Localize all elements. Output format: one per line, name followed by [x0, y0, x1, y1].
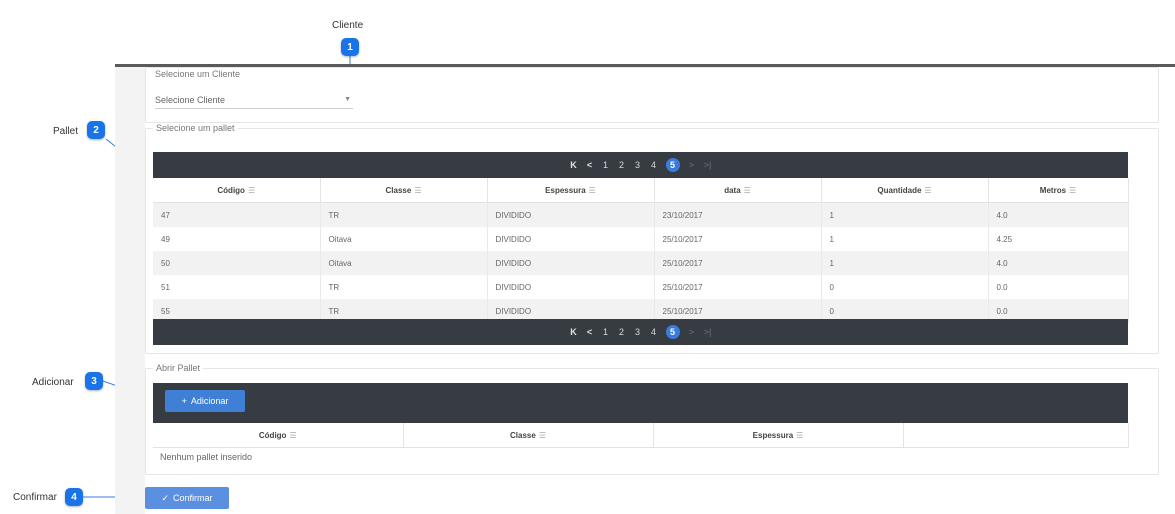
table-header-row: Código ☰ Classe ☰ Espessura ☰ data ☰ Quantid…: [153, 178, 1129, 203]
page-2[interactable]: 2: [618, 327, 626, 337]
next-page-icon[interactable]: >: [688, 160, 696, 170]
page-5-active[interactable]: 5: [665, 158, 680, 172]
prev-page-icon[interactable]: <: [586, 160, 594, 170]
last-page-icon[interactable]: >|: [704, 327, 712, 337]
callout-badge-4: 4: [65, 488, 83, 506]
check-icon: ✓: [161, 492, 170, 503]
add-button[interactable]: + Adicionar: [165, 390, 245, 412]
add-button-label: Adicionar: [190, 396, 229, 406]
callout-label-adicionar: Adicionar: [32, 377, 74, 388]
abrir-toolbar: [153, 383, 1128, 423]
prev-page-icon[interactable]: <: [586, 327, 594, 337]
page-2[interactable]: 2: [618, 160, 626, 170]
confirm-button[interactable]: ✓ Confirmar: [145, 487, 229, 509]
col-header-codigo[interactable]: Código ☰: [153, 178, 321, 203]
pager-top: K < 1 2 3 4 5 > >|: [153, 152, 1128, 178]
table-row[interactable]: 51 TR DIVIDIDO 25/10/2017 0 0.0: [153, 275, 1129, 299]
sort-icon: ☰: [924, 185, 932, 195]
sort-icon: ☰: [796, 430, 804, 440]
table-row[interactable]: 50 Oitava DIVIDIDO 25/10/2017 1 4.0: [153, 251, 1129, 275]
client-section-label: Selecione um Cliente: [155, 69, 241, 79]
col-header-metros[interactable]: Metros ☰: [988, 178, 1129, 203]
table-header-row: Código ☰ Classe ☰ Espessura ☰: [153, 423, 1129, 448]
empty-message: Nenhum pallet inserido: [160, 452, 253, 462]
col-header-codigo[interactable]: Código ☰: [153, 423, 404, 448]
col-header-espessura[interactable]: Espessura ☰: [487, 178, 655, 203]
callout-badge-3: 3: [85, 372, 103, 390]
col-header-data[interactable]: data ☰: [654, 178, 822, 203]
page-1[interactable]: 1: [602, 327, 610, 337]
page-3[interactable]: 3: [634, 160, 642, 170]
sort-icon: ☰: [289, 430, 297, 440]
chevron-down-icon: ▼: [344, 96, 351, 103]
callout-badge-1: 1: [341, 38, 359, 56]
sort-icon: ☰: [538, 430, 546, 440]
table-row[interactable]: 47 TR DIVIDIDO 23/10/2017 1 4.0: [153, 202, 1129, 227]
sort-icon: ☰: [588, 185, 596, 195]
first-page-icon[interactable]: K: [570, 160, 578, 170]
confirm-button-label: Confirmar: [173, 493, 213, 503]
pager-bottom: K < 1 2 3 4 5 > >|: [153, 319, 1128, 345]
callout-label-pallet: Pallet: [53, 126, 79, 137]
sort-icon: ☰: [1069, 185, 1077, 195]
sort-icon: ☰: [247, 185, 256, 195]
col-header-empty: [903, 423, 1129, 448]
table-row[interactable]: 49 Oitava DIVIDIDO 25/10/2017 1 4.25: [153, 227, 1129, 251]
sort-icon: ☰: [414, 185, 422, 195]
client-select-value: Selecione Cliente: [155, 95, 226, 105]
last-page-icon[interactable]: >|: [704, 160, 712, 170]
abrir-table: Código ☰ Classe ☰ Espessura ☰: [153, 423, 1129, 448]
page-4[interactable]: 4: [650, 327, 658, 337]
page-5-active[interactable]: 5: [665, 325, 680, 339]
col-header-espessura[interactable]: Espessura ☰: [653, 423, 904, 448]
next-page-icon[interactable]: >: [688, 327, 696, 337]
callout-label-confirmar: Confirmar: [13, 492, 57, 503]
pallet-table: Código ☰ Classe ☰ Espessura ☰ data ☰ Quantid…: [153, 178, 1129, 323]
col-header-classe[interactable]: Classe ☰: [403, 423, 654, 448]
col-header-classe[interactable]: Classe ☰: [320, 178, 488, 203]
callout-badge-2: 2: [87, 121, 105, 139]
abrir-legend: Abrir Pallet: [153, 363, 204, 373]
client-select[interactable]: Selecione Cliente ▼: [155, 92, 353, 109]
col-header-quantidade[interactable]: Quantidade ☰: [821, 178, 989, 203]
callout-label-cliente: Cliente: [332, 20, 364, 31]
plus-icon: +: [181, 396, 187, 406]
first-page-icon[interactable]: K: [570, 327, 578, 337]
pallet-legend: Selecione um pallet: [153, 123, 238, 133]
page-3[interactable]: 3: [634, 327, 642, 337]
sort-icon: ☰: [743, 185, 751, 195]
page-1[interactable]: 1: [602, 160, 610, 170]
page-4[interactable]: 4: [650, 160, 658, 170]
